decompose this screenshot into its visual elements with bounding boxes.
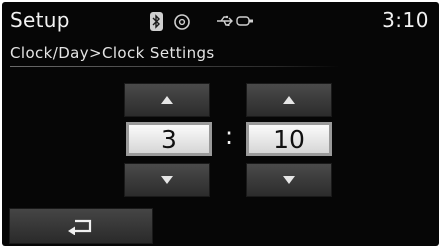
minute-down-button[interactable] <box>246 163 332 197</box>
status-clock: 3:10 <box>382 8 429 32</box>
clock-settings-screen: Setup 3:10 Clock/Day>Clock Settings 3: … <box>2 2 439 246</box>
back-button[interactable] <box>9 208 153 244</box>
bluetooth-icon <box>150 12 163 31</box>
app-title: Setup <box>10 8 70 32</box>
breadcrumb-divider <box>10 66 340 67</box>
ipod-icon <box>236 16 253 26</box>
up-arrow-icon <box>283 96 295 104</box>
hour-value[interactable]: 3 <box>126 122 212 156</box>
usb-icon <box>217 15 233 26</box>
disc-icon <box>174 14 190 30</box>
down-arrow-icon <box>283 176 295 184</box>
down-arrow-icon <box>161 176 173 184</box>
minute-value[interactable]: 10 <box>246 122 332 156</box>
breadcrumb: Clock/Day>Clock Settings <box>10 44 215 62</box>
minute-up-button[interactable] <box>246 83 332 117</box>
back-arrow-icon <box>68 219 92 235</box>
hour-up-button[interactable] <box>124 83 210 117</box>
up-arrow-icon <box>161 96 173 104</box>
time-separator: : <box>224 122 234 150</box>
status-bar: Setup 3:10 <box>2 2 439 42</box>
hour-down-button[interactable] <box>124 163 210 197</box>
